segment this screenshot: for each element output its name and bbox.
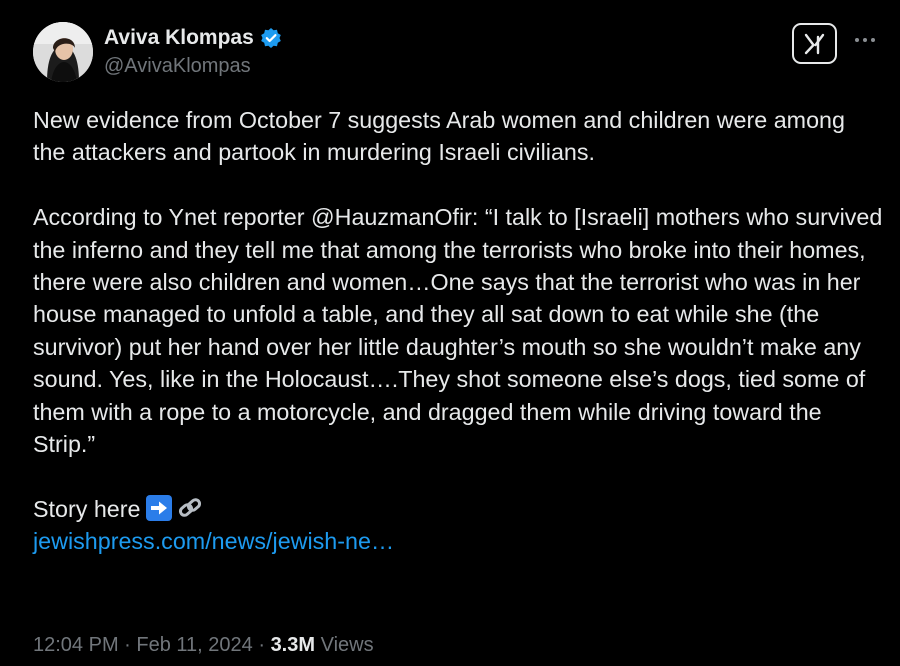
- meta-separator: ·: [252, 634, 271, 656]
- article-link[interactable]: jewishpress.com/news/jewish-ne…: [33, 525, 883, 557]
- avatar[interactable]: [33, 22, 93, 82]
- story-line: Story here: [33, 493, 883, 525]
- meta-separator: ·: [118, 634, 137, 656]
- more-dot: [871, 38, 875, 42]
- author-handle[interactable]: @AvivaKlompas: [104, 55, 251, 78]
- link-emoji-icon: [176, 495, 204, 521]
- tweet: Aviva Klompas @AvivaKlompas New evidence…: [0, 0, 900, 666]
- x-logo-button[interactable]: [792, 23, 837, 64]
- verified-badge-icon[interactable]: [260, 27, 282, 49]
- story-label: Story here: [33, 495, 141, 522]
- tweet-text: New evidence from October 7 suggests Ara…: [33, 104, 883, 558]
- x-logo-icon: [804, 33, 824, 54]
- author-name-row[interactable]: Aviva Klompas: [104, 24, 282, 52]
- more-dot: [855, 38, 859, 42]
- views-label: Views: [315, 634, 374, 656]
- tweet-paragraph-2: According to Ynet reporter @HauzmanOfir:…: [33, 204, 883, 458]
- views-count[interactable]: 3.3M: [271, 634, 315, 656]
- tweet-time[interactable]: 12:04 PM: [33, 634, 119, 656]
- author-display-name[interactable]: Aviva Klompas: [104, 26, 254, 50]
- tweet-paragraph-1: New evidence from October 7 suggests Ara…: [33, 107, 845, 166]
- more-dot: [863, 38, 867, 42]
- tweet-date[interactable]: Feb 11, 2024: [136, 634, 252, 656]
- tweet-meta: 12:04 PM · Feb 11, 2024 · 3.3M Views: [33, 634, 374, 657]
- right-arrow-emoji-icon: [146, 494, 173, 521]
- more-options-icon[interactable]: [850, 30, 880, 50]
- article-link-text[interactable]: jewishpress.com/news/jewish-ne…: [33, 528, 394, 554]
